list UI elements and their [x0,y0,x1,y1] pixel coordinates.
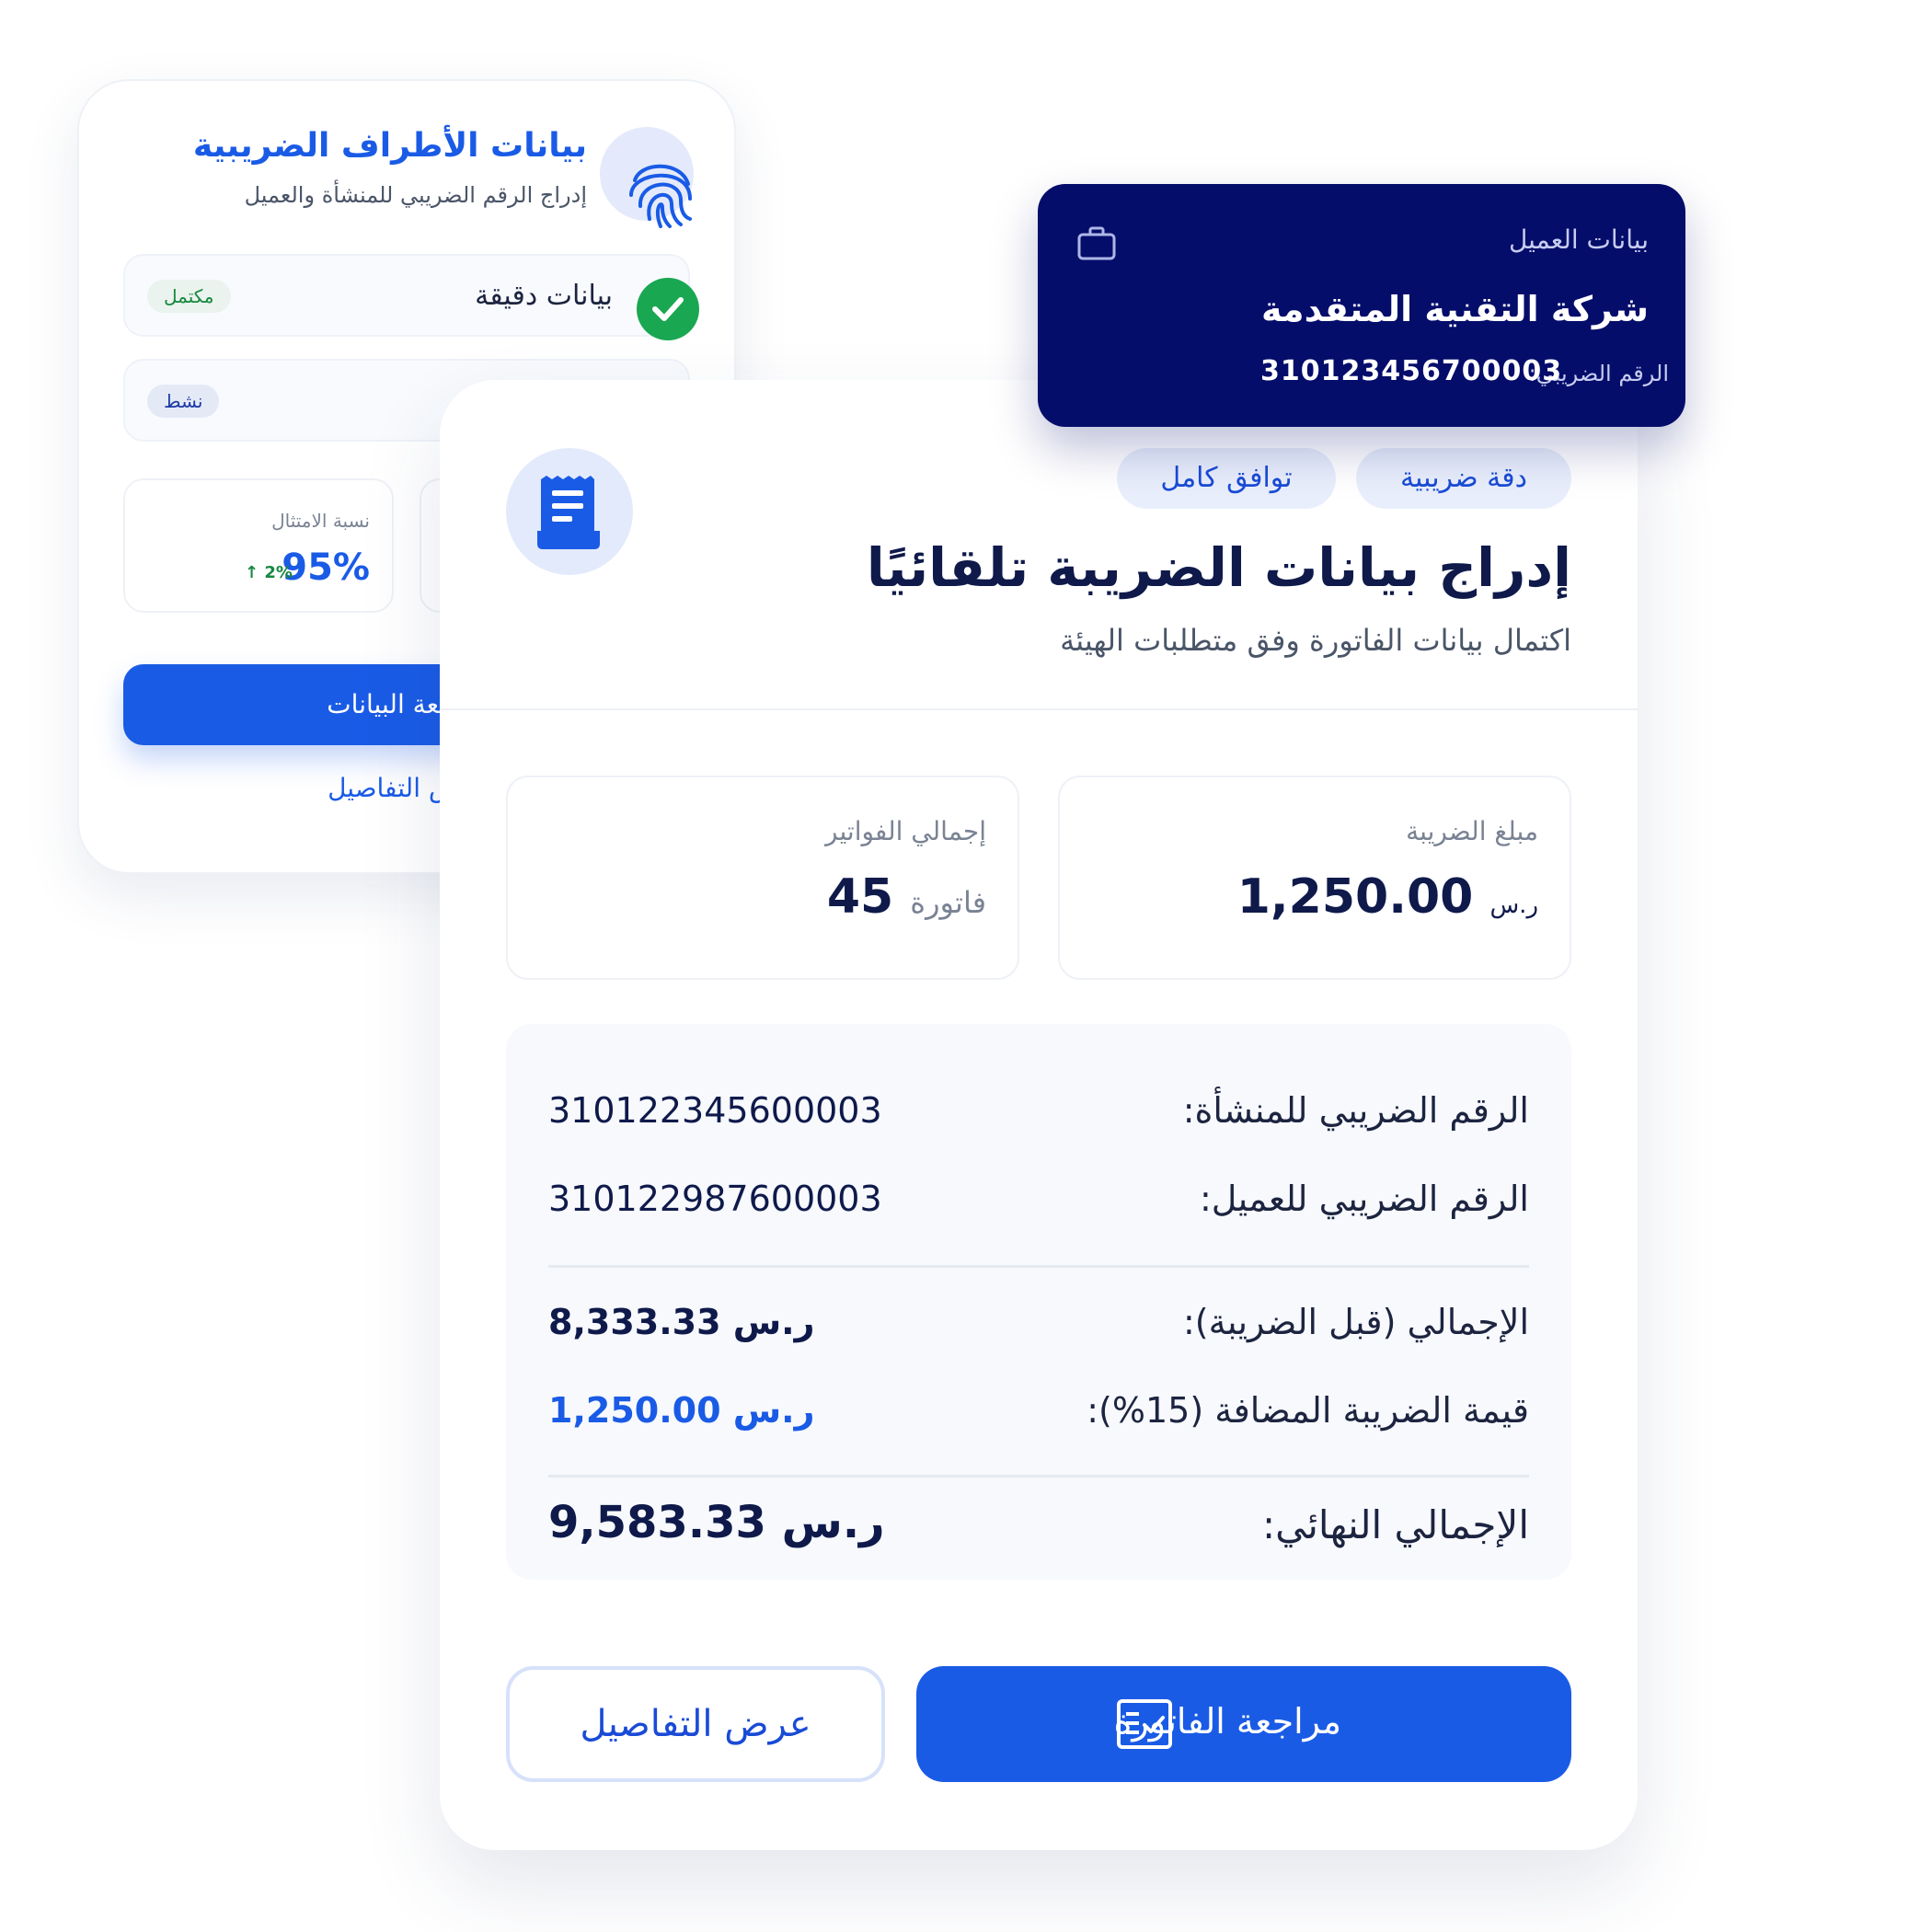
compliance-value: 95% [282,546,370,589]
tax-amount-unit: ر.س [1489,891,1538,919]
parties-title: بيانات الأطراف الضريبية [192,127,587,165]
client-tax-value: 310122987600003 [548,1179,882,1219]
detail-row-client-tax: الرقم الضريبي للعميل: 310122987600003 [548,1173,1529,1228]
vat-value: 1,250.00 ر.س [548,1390,815,1431]
business-tax-label: الرقم الضريبي للمنشأة: [1182,1090,1529,1131]
vat-label: قيمة الضريبة المضافة (15%): [1087,1390,1529,1431]
detail-row-grand-total: الإجمالي النهائي: 9,583.33 ر.س [548,1497,1529,1561]
chip-full-compliance: توافق كامل [1117,448,1336,509]
status-badge-active: نشط [147,385,220,418]
chip-tax-accuracy: دقة ضريبية [1356,448,1571,509]
tax-amount-label: مبلغ الضريبة [1406,816,1538,846]
detail-row-business-tax: الرقم الضريبي للمنشأة: 310122345600003 [548,1085,1529,1140]
client-info-card: بيانات العميل شركة التقنية المتقدمة الرق… [1038,184,1685,427]
fingerprint-avatar [600,127,694,228]
detail-row-vat: قيمة الضريبة المضافة (15%): 1,250.00 ر.س [548,1385,1529,1440]
invoices-total-value-wrap: فاتورة 45 [827,869,986,925]
subtotal-label: الإجمالي (قبل الضريبة): [1182,1302,1529,1342]
compliance-stat: نسبة الامتثال 95% ↑ 2% [123,478,394,613]
check-circle-icon [637,278,699,340]
accurate-data-row: بيانات دقيقة مكتمل [123,254,699,340]
stage: بيانات الأطراف الضريبية إدراج الرقم الضر… [0,0,1932,1932]
detail-separator [548,1475,1529,1478]
client-company-name: شركة التقنية المتقدمة [1261,289,1649,329]
receipt-icon [537,476,600,549]
detail-separator [548,1265,1529,1268]
view-details-button[interactable]: عرض التفاصيل [506,1666,885,1782]
parties-subtitle: إدراج الرقم الضريبي للمنشأة والعميل [244,182,587,208]
status-badge-complete: مكتمل [147,280,231,313]
subtotal-value: 8,333.33 ر.س [548,1302,815,1342]
client-tax-number: 310123456700003 [1260,355,1563,387]
page-subtitle: اكتمال بيانات الفاتورة وفق متطلبات الهيئ… [1060,623,1571,658]
grand-total-label: الإجمالي النهائي: [1262,1502,1529,1547]
tax-amount-value-wrap: ر.س 1,250.00 [1237,869,1538,925]
compliance-trend: ↑ 2% [245,563,293,582]
review-invoice-button[interactable]: مراجعة الفاتورة [916,1666,1571,1782]
grand-total-value: 9,583.33 ر.س [548,1497,885,1548]
checklist-icon [1117,1699,1172,1749]
detail-row-subtotal: الإجمالي (قبل الضريبة): 8,333.33 ر.س [548,1296,1529,1351]
invoice-tax-card: دقة ضريبية توافق كامل إدراج بيانات الضري… [440,380,1638,1850]
invoices-total-unit: فاتورة [910,885,986,920]
compliance-label: نسبة الامتثال [271,510,370,532]
briefcase-icon [1077,226,1116,260]
tax-amount-stat: مبلغ الضريبة ر.س 1,250.00 [1058,776,1571,980]
client-tax-label: الرقم الضريبي للعميل: [1200,1179,1529,1219]
invoices-total-stat: إجمالي الفواتير فاتورة 45 [506,776,1019,980]
fingerprint-icon [629,164,692,228]
invoice-details: الرقم الضريبي للمنشأة: 310122345600003 ا… [506,1024,1571,1580]
business-tax-value: 310122345600003 [548,1090,882,1131]
invoices-total-label: إجمالي الفواتير [825,816,986,846]
invoices-total-value: 45 [826,869,894,925]
receipt-avatar [506,448,633,575]
page-title: إدراج بيانات الضريبة تلقائيًا [866,536,1571,599]
divider [440,708,1638,710]
accurate-data-label: بيانات دقيقة [475,280,613,312]
tax-amount-value: 1,250.00 [1236,869,1474,925]
client-label: بيانات العميل [1508,224,1649,255]
